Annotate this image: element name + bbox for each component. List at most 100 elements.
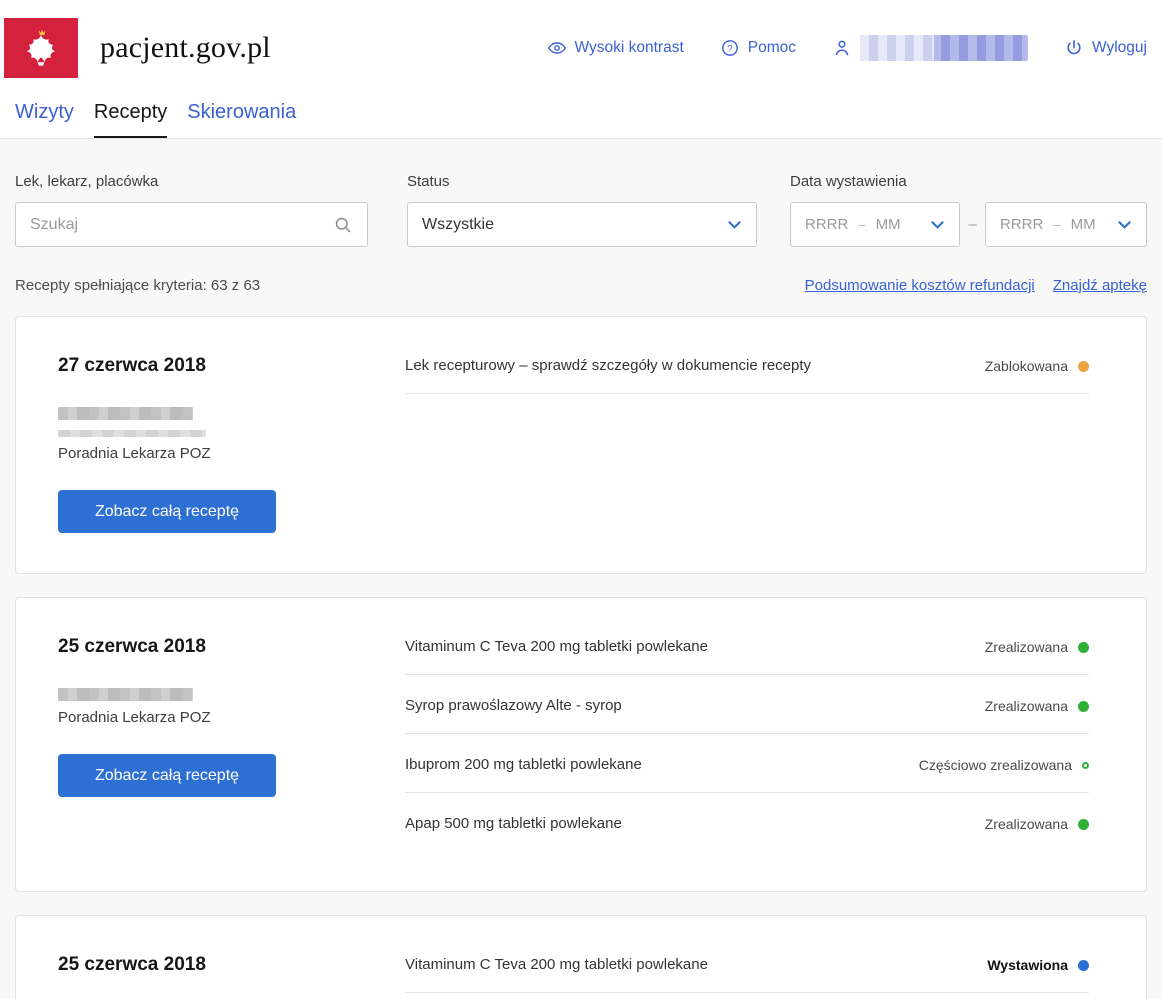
tab-skierowania[interactable]: Skierowania xyxy=(187,101,296,138)
medication-rows: Vitaminum C Teva 200 mg tabletki powleka… xyxy=(405,636,1089,851)
redacted-text xyxy=(58,407,193,420)
medication-row: Vitaminum C Teva 200 mg tabletki powleka… xyxy=(405,636,1089,675)
view-prescription-button[interactable]: Zobacz całą receptę xyxy=(58,754,276,797)
page: pacjent.gov.pl Wysoki kontrast ? Pomoc xyxy=(0,0,1162,999)
date-to-select[interactable]: RRRR – MM xyxy=(985,202,1147,247)
medication-name: Syrop prawoślazowy Alte - syrop xyxy=(405,697,646,714)
tab-recepty[interactable]: Recepty xyxy=(94,101,167,138)
month-placeholder: MM xyxy=(876,216,901,233)
logout-label: Wyloguj xyxy=(1092,39,1147,57)
chevron-down-icon xyxy=(1117,220,1132,230)
prescription-date: 27 czerwca 2018 xyxy=(58,355,405,377)
svg-text:?: ? xyxy=(727,43,732,54)
question-circle-icon: ? xyxy=(720,38,740,58)
status-dot-icon xyxy=(1078,960,1089,971)
medication-status-group: Częściowo zrealizowana xyxy=(919,756,1089,773)
medication-rows: Vitaminum C Teva 200 mg tabletki powleka… xyxy=(405,954,1089,993)
medication-status: Zablokowana xyxy=(985,358,1068,374)
results-summary: Recepty spełniające kryteria: 63 z 63 xyxy=(15,277,260,294)
medication-rows: Lek recepturowy – sprawdź szczegóły w do… xyxy=(405,355,1089,533)
prescription-date: 25 czerwca 2018 xyxy=(58,954,405,976)
high-contrast-toggle[interactable]: Wysoki kontrast xyxy=(547,38,684,58)
date-separator: – xyxy=(858,217,865,232)
site-title: pacjent.gov.pl xyxy=(100,31,271,65)
redacted-area xyxy=(58,407,405,437)
user-account[interactable] xyxy=(832,35,1028,61)
status-dot-icon xyxy=(1078,819,1089,830)
medication-row: Ibuprom 200 mg tabletki powlekane Części… xyxy=(405,734,1089,793)
medication-row: Lek recepturowy – sprawdź szczegóły w do… xyxy=(405,355,1089,394)
status-select[interactable]: Wszystkie xyxy=(407,202,757,247)
medication-row: Vitaminum C Teva 200 mg tabletki powleka… xyxy=(405,954,1089,993)
medication-status-group: Zrealizowana xyxy=(985,697,1089,714)
medication-status: Wystawiona xyxy=(987,957,1068,973)
person-icon xyxy=(832,38,852,58)
year-placeholder: RRRR xyxy=(805,216,848,233)
poland-coat-of-arms-logo xyxy=(4,18,78,78)
section-tabs: Wizyty Recepty Skierowania xyxy=(0,95,1162,139)
medication-name: Lek recepturowy – sprawdź szczegóły w do… xyxy=(405,357,835,374)
medication-status: Zrealizowana xyxy=(985,698,1068,714)
date-issued-label: Data wystawienia xyxy=(790,173,1147,190)
redacted-text xyxy=(58,688,193,701)
chevron-down-icon xyxy=(930,220,945,230)
prescription-info: 25 czerwca 2018 Poradnia Lekarza POZ Zob… xyxy=(58,636,405,851)
status-select-value: Wszystkie xyxy=(422,216,727,234)
logout-button[interactable]: Wyloguj xyxy=(1064,38,1147,58)
help-label: Pomoc xyxy=(748,39,796,57)
prescription-date: 25 czerwca 2018 xyxy=(58,636,405,658)
date-separator: – xyxy=(1053,217,1060,232)
view-prescription-button[interactable]: Zobacz całą receptę xyxy=(58,490,276,533)
medication-status: Zrealizowana xyxy=(985,816,1068,832)
find-pharmacy-link[interactable]: Znajdź aptekę xyxy=(1053,277,1147,294)
medication-row: Syrop prawoślazowy Alte - syrop Zrealizo… xyxy=(405,675,1089,734)
medication-name: Ibuprom 200 mg tabletki powlekane xyxy=(405,756,666,773)
medication-name: Vitaminum C Teva 200 mg tabletki powleka… xyxy=(405,956,732,973)
prescription-card: 25 czerwca 2018 Poradnia Lekarza POZ Zob… xyxy=(15,597,1147,892)
status-label: Status xyxy=(407,173,757,190)
eye-icon xyxy=(547,38,567,58)
medication-status-group: Zrealizowana xyxy=(985,638,1089,655)
medication-row: Apap 500 mg tabletki powlekane Zrealizow… xyxy=(405,793,1089,851)
search-label: Lek, lekarz, placówka xyxy=(15,173,368,190)
prescription-card: 27 czerwca 2018 Poradnia Lekarza POZ Zob… xyxy=(15,316,1147,574)
medication-status-group: Zablokowana xyxy=(985,357,1089,374)
medication-status: Częściowo zrealizowana xyxy=(919,757,1072,773)
medication-name: Vitaminum C Teva 200 mg tabletki powleka… xyxy=(405,638,732,655)
user-name-redacted xyxy=(860,35,1028,61)
eagle-icon xyxy=(19,26,63,70)
status-dot-icon xyxy=(1082,762,1089,769)
main-content: Lek, lekarz, placówka Status Wszystkie xyxy=(0,139,1162,999)
results-row: Recepty spełniające kryteria: 63 z 63 Po… xyxy=(15,277,1147,294)
chevron-down-icon xyxy=(727,220,742,230)
year-placeholder: RRRR xyxy=(1000,216,1043,233)
medication-status-group: Wystawiona xyxy=(987,956,1089,973)
prescription-card: 25 czerwca 2018 Vitaminum C Teva 200 mg … xyxy=(15,915,1147,999)
status-dot-icon xyxy=(1078,642,1089,653)
search-field xyxy=(15,202,368,247)
header-actions: Wysoki kontrast ? Pomoc Wyloguj xyxy=(547,35,1148,61)
tab-wizyty[interactable]: Wizyty xyxy=(15,101,74,138)
help-link[interactable]: ? Pomoc xyxy=(720,38,796,58)
date-from-select[interactable]: RRRR – MM xyxy=(790,202,960,247)
high-contrast-label: Wysoki kontrast xyxy=(575,39,684,57)
search-icon xyxy=(333,215,353,235)
redacted-area xyxy=(58,688,405,701)
date-range: RRRR – MM – RRRR – MM xyxy=(790,202,1147,247)
header: pacjent.gov.pl Wysoki kontrast ? Pomoc xyxy=(0,0,1162,95)
filters-bar: Lek, lekarz, placówka Status Wszystkie xyxy=(15,139,1147,247)
prescription-info: 27 czerwca 2018 Poradnia Lekarza POZ Zob… xyxy=(58,355,405,533)
status-dot-icon xyxy=(1078,701,1089,712)
medication-name: Apap 500 mg tabletki powlekane xyxy=(405,815,646,832)
medication-status-group: Zrealizowana xyxy=(985,815,1089,832)
date-range-separator: – xyxy=(960,216,985,233)
status-dot-icon xyxy=(1078,361,1089,372)
month-placeholder: MM xyxy=(1071,216,1096,233)
power-icon xyxy=(1064,38,1084,58)
refund-summary-link[interactable]: Podsumowanie kosztów refundacji xyxy=(805,277,1035,294)
redacted-text xyxy=(58,430,206,437)
search-input[interactable] xyxy=(30,216,333,234)
medication-status: Zrealizowana xyxy=(985,639,1068,655)
facility-name: Poradnia Lekarza POZ xyxy=(58,709,405,726)
results-links: Podsumowanie kosztów refundacji Znajdź a… xyxy=(805,277,1147,294)
